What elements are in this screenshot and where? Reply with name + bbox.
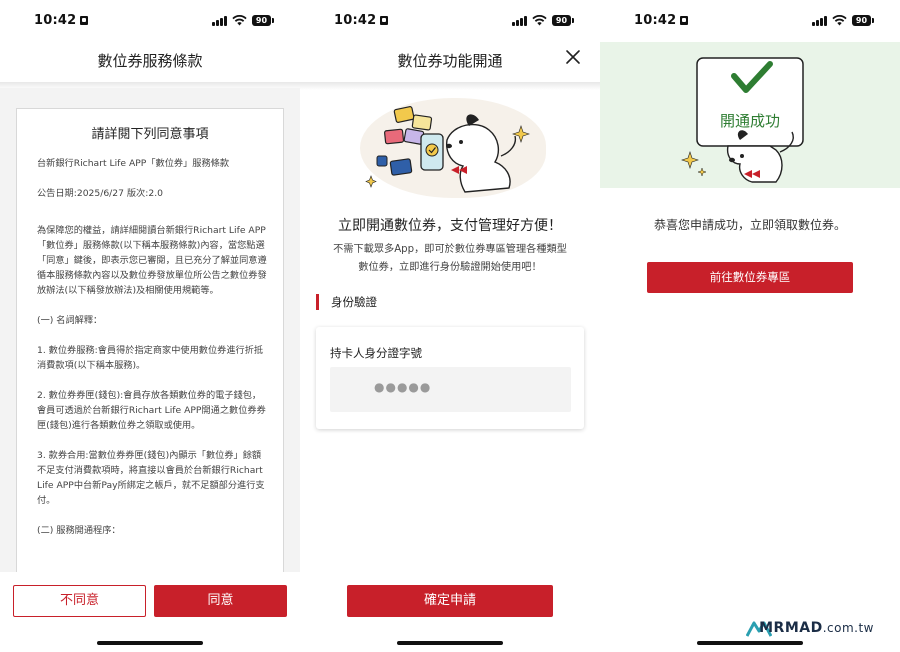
sparkle-icon bbox=[681, 151, 707, 177]
lock-icon bbox=[80, 16, 89, 25]
activation-headline: 立即開通數位券，支付管理好方便！ bbox=[338, 218, 562, 234]
wifi-icon bbox=[532, 15, 547, 26]
agree-button[interactable]: 同意 bbox=[154, 585, 287, 617]
terms-scroll-box[interactable]: 請詳閱下列同意事項 台新銀行Richart Life APP「數位券」服務條款 … bbox=[16, 108, 284, 578]
status-time: 10:42 bbox=[634, 13, 677, 28]
terms-screen: 10:42 90 數位券服務條款 請詳閱下列同意事項 台新銀行Richart L… bbox=[0, 0, 300, 652]
battery-icon: 90 bbox=[852, 15, 874, 26]
terms-paragraph: 1. 數位券服務:會員得於指定商家中使用數位券進行折抵消費款項(以下稱本服務)。 bbox=[37, 345, 264, 371]
page-title: 數位券服務條款 bbox=[97, 52, 203, 70]
id-number-value: ●●●●● bbox=[374, 380, 432, 394]
terms-paragraph: (一) 名詞解釋： bbox=[37, 315, 103, 326]
id-number-input[interactable]: ●●●●● bbox=[330, 367, 571, 412]
watermark: MRMAD.com.tw bbox=[759, 620, 874, 636]
wifi-icon bbox=[232, 15, 247, 26]
go-to-coupon-zone-button[interactable]: 前往數位券專區 bbox=[647, 262, 853, 293]
close-icon[interactable] bbox=[564, 48, 582, 66]
nav-bar: 數位券服務條款 bbox=[0, 42, 300, 82]
success-sign-text: 開通成功 bbox=[719, 112, 780, 130]
status-time: 10:42 bbox=[34, 13, 77, 28]
terms-paragraph: 公告日期:2025/6/27 版次:2.0 bbox=[37, 188, 163, 199]
success-message: 恭喜您申請成功，立即領取數位券。 bbox=[653, 218, 846, 232]
battery-icon: 90 bbox=[252, 15, 274, 26]
status-time: 10:42 bbox=[334, 13, 377, 28]
disagree-button[interactable]: 不同意 bbox=[13, 585, 146, 617]
terms-heading: 請詳閱下列同意事項 bbox=[91, 127, 209, 142]
id-verification-card: 持卡人身分證字號 ●●●●● bbox=[316, 327, 584, 429]
coupon-dog-illustration bbox=[365, 106, 530, 193]
home-indicator[interactable] bbox=[697, 641, 803, 645]
terms-paragraph: 台新銀行Richart Life APP「數位券」服務條款 bbox=[37, 158, 230, 169]
activation-screen: 10:42 90 數位券功能開通 立即開通數位券，支付管理好方便！ 不需下載眾多… bbox=[300, 0, 600, 652]
signal-icon bbox=[812, 16, 828, 26]
terms-paragraph: 3. 款券合用:當數位券券匣(錢包)內顯示「數位券」餘額不足支付消費款項時，將直… bbox=[37, 450, 265, 506]
activation-description: 不需下載眾多App，即可於數位券專區管理各種類型數位券，立即進行身份驗證開始使用… bbox=[333, 244, 567, 273]
signal-icon bbox=[512, 16, 528, 26]
status-bar: 10:42 90 bbox=[300, 0, 600, 42]
success-screen: 10:42 90 開通成功 恭喜您申請成功，立即領取數位券。 前往數位券專區 M… bbox=[600, 0, 900, 652]
battery-icon: 90 bbox=[552, 15, 574, 26]
lock-icon bbox=[680, 16, 689, 25]
dog-mascot-icon bbox=[446, 114, 517, 193]
terms-paragraph: 為保障您的權益，請詳細閱讀台新銀行Richart Life APP「數位券」服務… bbox=[37, 225, 267, 296]
home-indicator[interactable] bbox=[397, 641, 503, 645]
home-indicator[interactable] bbox=[97, 641, 203, 645]
section-title: 身份驗證 bbox=[316, 294, 377, 310]
status-bar: 10:42 90 bbox=[0, 0, 300, 42]
phone-check-icon bbox=[420, 133, 444, 171]
terms-paragraph: 2. 數位券券匣(錢包):會員存放各類數位券的電子錢包，會員可透過於台新銀行Ri… bbox=[37, 390, 266, 431]
submit-button[interactable]: 確定申請 bbox=[347, 585, 553, 617]
terms-paragraph: (二) 服務開通程序： bbox=[37, 525, 121, 536]
wifi-icon bbox=[832, 15, 847, 26]
id-field-label: 持卡人身分證字號 bbox=[330, 346, 422, 360]
page-title: 數位券功能開通 bbox=[397, 52, 503, 70]
lock-icon bbox=[380, 16, 389, 25]
signal-icon bbox=[212, 16, 228, 26]
nav-bar: 數位券功能開通 bbox=[300, 42, 600, 82]
status-bar: 10:42 90 bbox=[600, 0, 900, 42]
